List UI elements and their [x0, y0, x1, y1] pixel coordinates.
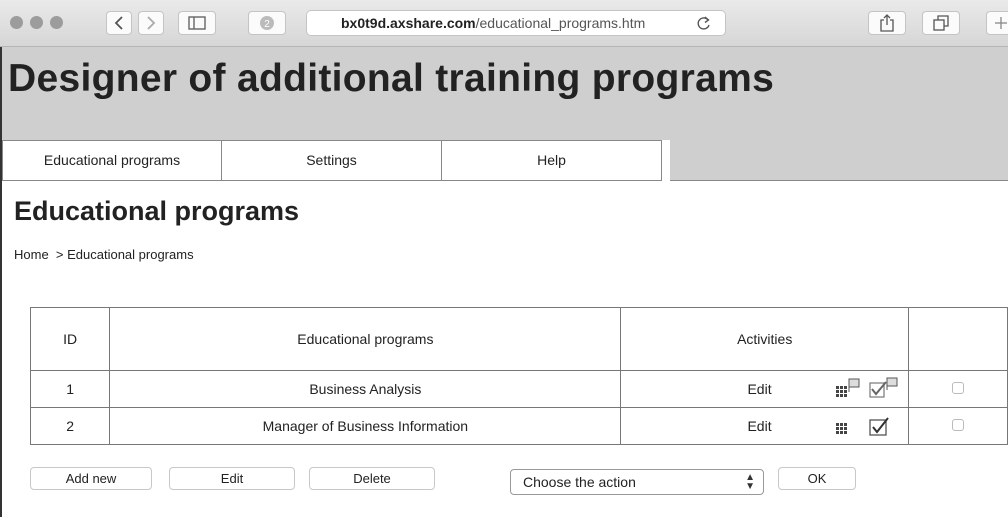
row-id: 1: [29, 370, 111, 408]
row-activities: Edit: [620, 407, 909, 445]
share-icon: [880, 14, 894, 32]
breadcrumb[interactable]: Home > Educational programs: [14, 247, 194, 262]
chevron-left-icon: [114, 16, 123, 30]
ok-button[interactable]: OK: [778, 467, 856, 490]
header-programs: Educational programs: [109, 307, 622, 371]
forward-button[interactable]: [138, 11, 164, 35]
tab-educational-programs[interactable]: Educational programs: [2, 140, 222, 181]
reload-icon[interactable]: [697, 15, 711, 35]
row-id: 2: [29, 407, 111, 445]
row-program: Business Analysis: [109, 370, 622, 408]
row-checkbox[interactable]: [951, 382, 964, 394]
sidebar-icon: [188, 16, 206, 30]
select-arrows-icon: ▲ ▼: [745, 472, 755, 492]
site-favicon-icon: 2: [260, 16, 274, 30]
row-select-cell: [907, 407, 1008, 445]
page-title: Educational programs: [14, 196, 300, 226]
sidebar-toggle-button[interactable]: [178, 11, 216, 35]
row-select-cell: [907, 370, 1008, 408]
header-select: [907, 307, 1008, 371]
grid-icon[interactable]: [835, 417, 861, 437]
nav-filler: [670, 140, 1008, 181]
action-select-value: Choose the action: [523, 474, 636, 490]
grid-flag-icon[interactable]: [835, 378, 861, 398]
main-nav: Educational programs Settings Help: [2, 140, 662, 181]
table-row: 2 Manager of Business Information Edit: [29, 407, 1008, 445]
row-activities: Edit: [620, 370, 909, 408]
app-title: Designer of additional training programs: [8, 57, 775, 100]
new-tab-button[interactable]: [986, 11, 1008, 35]
table-row: 1 Business Analysis Edit: [29, 370, 1008, 408]
page-left-border: [0, 140, 2, 517]
add-new-button[interactable]: Add new: [30, 467, 152, 490]
check-icon[interactable]: [869, 416, 899, 438]
tabs-button[interactable]: [922, 11, 960, 35]
address-bar[interactable]: bx0t9d.axshare.com/educational_programs.…: [306, 10, 726, 36]
edit-button[interactable]: Edit: [169, 467, 295, 490]
url-host: bx0t9d.axshare.com: [341, 15, 476, 31]
url-path: /educational_programs.htm: [475, 15, 646, 31]
header-activities: Activities: [620, 307, 909, 371]
tab-help[interactable]: Help: [442, 140, 662, 181]
programs-table: ID Educational programs Activities 1 Bus…: [29, 307, 1008, 445]
delete-button[interactable]: Delete: [309, 467, 435, 490]
row-program: Manager of Business Information: [109, 407, 622, 445]
header-id: ID: [29, 307, 111, 371]
share-button[interactable]: [868, 11, 906, 35]
action-select[interactable]: Choose the action ▲ ▼: [510, 469, 764, 495]
window-close-dot[interactable]: [10, 16, 23, 29]
plus-icon: [995, 17, 1007, 29]
tab-settings[interactable]: Settings: [222, 140, 442, 181]
back-button[interactable]: [106, 11, 132, 35]
row-edit-link[interactable]: Edit: [747, 381, 771, 397]
chevron-right-icon: [147, 16, 156, 30]
row-edit-link[interactable]: Edit: [747, 418, 771, 434]
table-header-row: ID Educational programs Activities: [29, 307, 1008, 371]
site-icon-button[interactable]: 2: [248, 11, 286, 35]
tabs-icon: [933, 15, 949, 31]
svg-text:2: 2: [264, 19, 270, 30]
app-header: Designer of additional training programs: [0, 47, 1008, 140]
browser-toolbar: 2 bx0t9d.axshare.com/educational_program…: [0, 0, 1008, 47]
row-checkbox[interactable]: [951, 419, 964, 431]
window-zoom-dot[interactable]: [50, 16, 63, 29]
check-flag-icon[interactable]: [869, 377, 899, 399]
window-minimize-dot[interactable]: [30, 16, 43, 29]
